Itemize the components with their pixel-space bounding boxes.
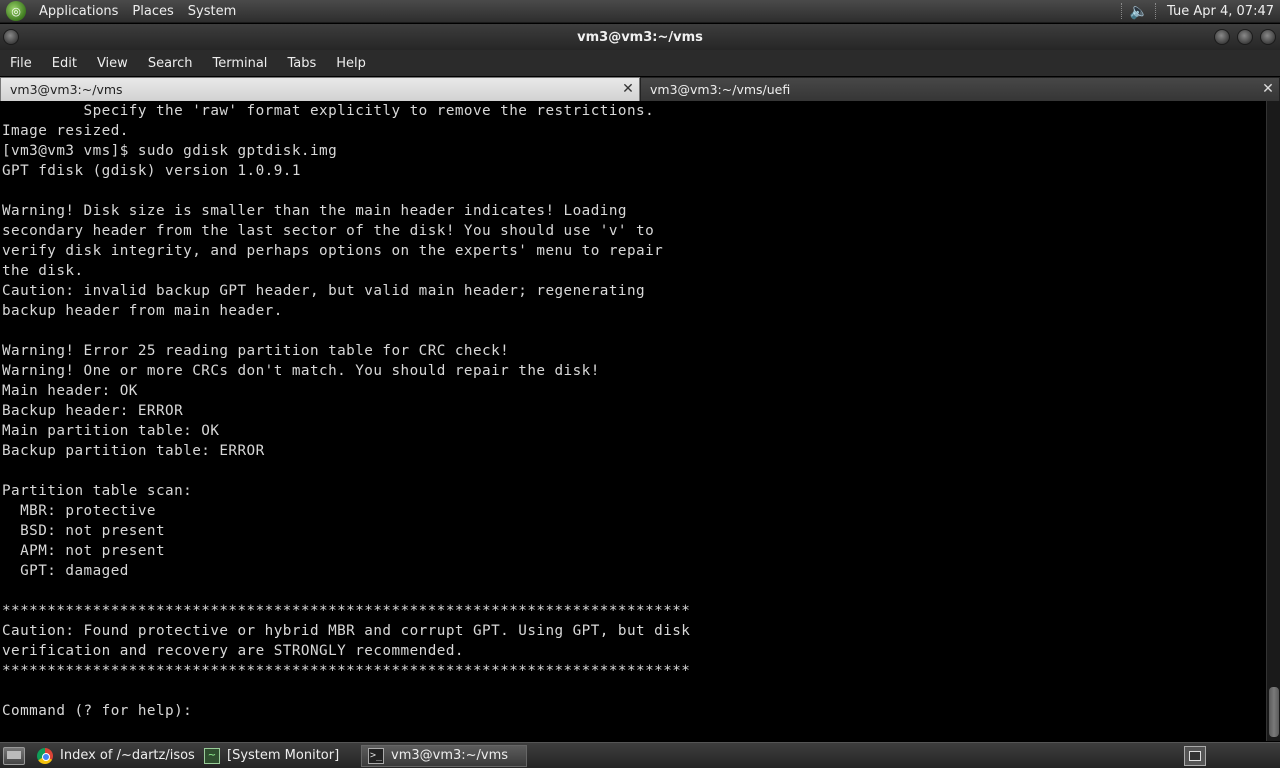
terminal-line: ****************************************… (2, 663, 691, 679)
scrollbar-thumb[interactable] (1269, 687, 1279, 737)
system-menu[interactable]: System (181, 4, 243, 19)
close-window-button[interactable] (1260, 29, 1276, 45)
terminal-line: BSD: not present (2, 523, 166, 539)
close-icon[interactable]: ✕ (621, 82, 635, 96)
workspace-switcher[interactable] (1184, 745, 1206, 766)
terminal-line: secondary header from the last sector of… (2, 223, 655, 239)
terminal-line: Main partition table: OK (2, 423, 220, 439)
applications-menu[interactable]: Applications (32, 4, 125, 19)
terminal-line: Caution: Found protective or hybrid MBR … (2, 623, 691, 639)
tab-bar: vm3@vm3:~/vms ✕ vm3@vm3:~/vms/uefi ✕ (0, 77, 1280, 101)
menu-terminal[interactable]: Terminal (202, 56, 277, 71)
task-label: vm3@vm3:~/vms (391, 748, 509, 763)
terminal-line: verification and recovery are STRONGLY r… (2, 643, 464, 659)
taskbar-item-browser[interactable]: Index of /~dartz/isos… (31, 745, 195, 767)
maximize-button[interactable] (1237, 29, 1253, 45)
terminal-line: the disk. (2, 263, 84, 279)
show-desktop-icon[interactable] (3, 746, 25, 765)
menubar: File Edit View Search Terminal Tabs Help (0, 50, 1280, 76)
terminal-line: verify disk integrity, and perhaps optio… (2, 243, 664, 259)
terminal-output[interactable]: Specify the 'raw' format explicitly to r… (0, 101, 1266, 741)
terminal-line: Image resized. (2, 123, 129, 139)
terminal-line: Command (? for help): (2, 703, 202, 719)
terminal-line: GPT: damaged (2, 563, 129, 579)
terminal-line: Warning! Error 25 reading partition tabl… (2, 343, 510, 359)
tab-label: vm3@vm3:~/vms/uefi (650, 82, 791, 97)
terminal-line: Main header: OK (2, 383, 138, 399)
terminal-line: Backup header: ERROR (2, 403, 184, 419)
menu-tabs[interactable]: Tabs (277, 56, 326, 71)
minimize-button[interactable] (1214, 29, 1230, 45)
terminal-line: Specify the 'raw' format explicitly to r… (2, 103, 655, 119)
terminal-line: [vm3@vm3 vms]$ sudo gdisk gptdisk.img (2, 143, 338, 159)
volume-icon[interactable]: 🔈 (1129, 2, 1149, 20)
terminal-scrollbar[interactable] (1266, 101, 1280, 741)
terminal-line: ****************************************… (2, 603, 691, 619)
taskbar-item-terminal[interactable]: >_ vm3@vm3:~/vms (361, 744, 527, 767)
panel-separator (1155, 3, 1157, 19)
places-menu[interactable]: Places (125, 4, 180, 19)
bottom-tray (1184, 743, 1280, 768)
menu-view[interactable]: View (87, 56, 138, 71)
panel-tray: 🔈 Tue Apr 4, 07:47 (1115, 0, 1280, 22)
terminal-icon: >_ (368, 747, 384, 764)
menu-edit[interactable]: Edit (42, 56, 87, 71)
task-label: Index of /~dartz/isos… (60, 748, 195, 763)
window-title: vm3@vm3:~/vms (577, 29, 703, 45)
task-label: [System Monitor] (227, 748, 340, 763)
chrome-icon (37, 747, 53, 764)
terminal-line: backup header from main header. (2, 303, 283, 319)
tab-vms-uefi[interactable]: vm3@vm3:~/vms/uefi ✕ (640, 77, 1280, 101)
top-panel: ◎ Applications Places System 🔈 Tue Apr 4… (0, 0, 1280, 23)
distro-logo-icon[interactable]: ◎ (6, 1, 26, 21)
clock[interactable]: Tue Apr 4, 07:47 (1163, 4, 1280, 19)
terminal-line: APM: not present (2, 543, 166, 559)
taskbar-item-system-monitor[interactable]: ~ [System Monitor] (198, 745, 358, 767)
menu-search[interactable]: Search (138, 56, 203, 71)
window-titlebar[interactable]: vm3@vm3:~/vms (0, 24, 1280, 50)
terminal-line: GPT fdisk (gdisk) version 1.0.9.1 (2, 163, 301, 179)
tab-label: vm3@vm3:~/vms (10, 82, 123, 97)
terminal-line: Warning! Disk size is smaller than the m… (2, 203, 627, 219)
panel-separator (1121, 3, 1123, 19)
terminal-line: Warning! One or more CRCs don't match. Y… (2, 363, 600, 379)
terminal-line: Partition table scan: (2, 483, 193, 499)
tab-vms[interactable]: vm3@vm3:~/vms ✕ (0, 77, 640, 101)
workspace-window-icon (1189, 750, 1201, 761)
terminal-line: Caution: invalid backup GPT header, but … (2, 283, 646, 299)
close-icon[interactable]: ✕ (1261, 82, 1275, 96)
system-monitor-icon: ~ (204, 747, 220, 764)
menu-help[interactable]: Help (326, 56, 376, 71)
terminal-line: Backup partition table: ERROR (2, 443, 265, 459)
window-menu-button[interactable] (3, 29, 19, 45)
bottom-panel: Index of /~dartz/isos… ~ [System Monitor… (0, 742, 1280, 768)
menu-file[interactable]: File (0, 56, 42, 71)
terminal-line: MBR: protective (2, 503, 156, 519)
